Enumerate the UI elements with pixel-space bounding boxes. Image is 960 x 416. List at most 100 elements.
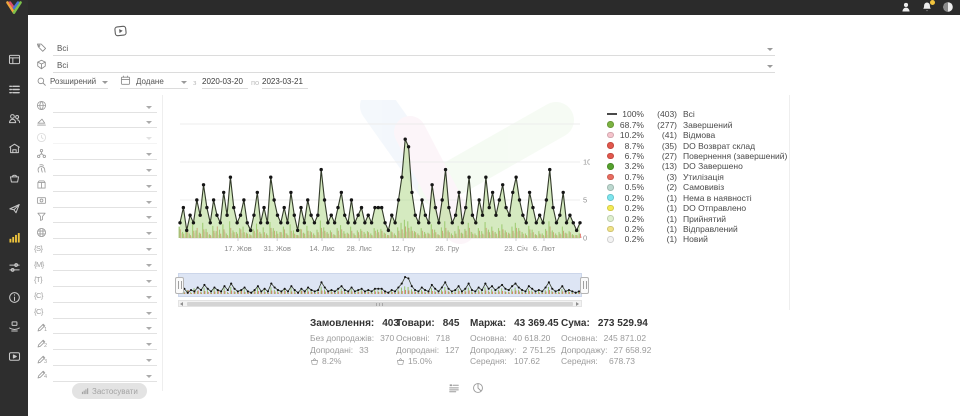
filter-icon — [36, 211, 47, 222]
legend-swatch-icon — [607, 142, 618, 149]
search-mode-select[interactable]: Розширений — [50, 77, 96, 86]
legend-count: (2) — [650, 182, 677, 192]
legend-label: Відправлений — [683, 224, 738, 234]
topbar-icons — [900, 1, 954, 13]
legend-percent: 10.2% — [618, 130, 644, 140]
global-filter-row[interactable]: Всі — [30, 40, 778, 56]
svg-text:26. Гру: 26. Гру — [435, 244, 459, 253]
filter-select-image[interactable] — [30, 195, 162, 210]
scrollbar-thumb[interactable] — [187, 302, 573, 306]
brace-icon: {C} — [34, 307, 43, 316]
sidebar-item-info-icon[interactable] — [8, 291, 21, 304]
app-logo-icon[interactable] — [5, 1, 23, 14]
user-icon[interactable] — [900, 1, 912, 13]
legend-item[interactable]: 0.2%(1)Відправлений — [607, 224, 787, 234]
legend-item[interactable]: 100%(403)Всі — [607, 109, 787, 119]
filter-select-globe[interactable] — [30, 100, 162, 115]
filter-select-pencil[interactable]: 1 — [30, 322, 162, 337]
filter-select-brace-9[interactable]: {S} — [30, 243, 162, 258]
stat-percent: 15.0% — [408, 356, 432, 368]
date-from-input[interactable]: 2020-03-20 — [202, 77, 243, 86]
sidebar-item-list-icon[interactable] — [8, 83, 21, 96]
legend-item[interactable]: 3.2%(13)DO Завершено — [607, 161, 787, 171]
sidebar-item-sliders-icon[interactable] — [8, 261, 21, 274]
svg-text:0: 0 — [583, 234, 587, 243]
fingerprint-icon — [36, 163, 47, 174]
filter-select-pencil[interactable]: 2 — [30, 338, 162, 353]
sidebar-item-users-icon[interactable] — [8, 112, 21, 125]
scroll-right-icon[interactable] — [576, 302, 579, 306]
sidebar-item-send-icon[interactable] — [8, 202, 21, 215]
filter-select-brace-13[interactable]: {C} — [30, 306, 162, 321]
legend-swatch-icon — [607, 132, 618, 139]
filter-select-clock[interactable] — [30, 132, 162, 147]
underline — [53, 159, 157, 160]
legend-count: (35) — [650, 141, 677, 151]
filter-select-filter[interactable] — [30, 211, 162, 226]
stat-sub-label: Допродані: — [396, 345, 439, 357]
legend-item[interactable]: 68.7%(277)Завершений — [607, 119, 787, 129]
brace-icon: {C} — [34, 291, 43, 300]
sidebar-item-video-icon[interactable] — [8, 350, 21, 363]
chart-legend: 100%(403)Всі68.7%(277)Завершений10.2% (41… — [607, 109, 787, 245]
legend-item[interactable]: 0.2%(1)Прийнятий — [607, 213, 787, 223]
filter-value[interactable]: Всі — [57, 44, 68, 53]
legend-count: (41) — [650, 130, 677, 140]
sidebar — [0, 0, 28, 416]
pie-view-toggle-icon[interactable] — [472, 382, 484, 394]
filter-select-brace-10[interactable]: {M} — [30, 259, 162, 274]
legend-swatch-icon — [607, 194, 618, 201]
sidebar-item-store-icon[interactable] — [8, 142, 21, 155]
legend-item[interactable]: 0.5%(2)Самовивіз — [607, 182, 787, 192]
filter-select-cube[interactable] — [30, 179, 162, 194]
filter-select-slope[interactable] — [30, 116, 162, 131]
legend-percent: 6.7% — [618, 151, 644, 161]
sidebar-item-analytics-icon[interactable] — [8, 231, 21, 244]
sidebar-item-cart-icon[interactable] — [8, 172, 21, 185]
chart-scrollbar[interactable] — [178, 300, 582, 307]
filter-select-brace-12[interactable]: {C} — [30, 290, 162, 305]
filter-select-brace-11[interactable]: {T} — [30, 274, 162, 289]
chevron-down-icon — [146, 248, 152, 251]
avatar-icon[interactable] — [942, 1, 954, 13]
filter-value[interactable]: Всі — [57, 61, 68, 70]
minimap-right-handle[interactable] — [580, 277, 589, 294]
date-to-input[interactable]: 2023-03-21 — [262, 77, 303, 86]
underline — [53, 72, 775, 73]
filter-select-pencil[interactable]: 3 — [30, 354, 162, 369]
filter-select-network[interactable] — [30, 148, 162, 163]
chevron-down-icon — [146, 280, 152, 283]
chart-minimap[interactable] — [178, 273, 582, 297]
summary-column: Маржа:43 369.45Основна:40 618.20Допродаж… — [470, 318, 540, 368]
filter-select-fingerprint[interactable] — [30, 163, 162, 178]
chevron-down-icon — [146, 106, 152, 109]
date-field-select[interactable]: Додане — [136, 77, 164, 86]
minimap-left-handle[interactable] — [175, 277, 184, 294]
legend-item[interactable]: 6.7%(27)Повернення (завершений) — [607, 151, 787, 161]
sidebar-item-dashboard-icon[interactable] — [8, 53, 21, 66]
global-filter-row[interactable]: Всі — [30, 57, 778, 73]
legend-count: (3) — [650, 172, 677, 182]
underline — [53, 175, 157, 176]
legend-item[interactable]: 0.2%(1)Нема в наявності — [607, 193, 787, 203]
chevron-down-icon — [146, 169, 152, 172]
legend-item[interactable]: 10.2%(41)Відмова — [607, 130, 787, 140]
underline — [53, 254, 157, 255]
scroll-left-icon[interactable] — [180, 302, 183, 306]
legend-swatch-icon — [607, 226, 618, 233]
video-tour-icon[interactable] — [111, 23, 129, 39]
legend-item[interactable]: 0.7%(3)Утилізація — [607, 172, 787, 182]
legend-item[interactable]: 0.2%(1)Новий — [607, 234, 787, 244]
sidebar-item-handbox-icon[interactable] — [8, 320, 21, 333]
legend-count: (1) — [650, 203, 677, 213]
stat-title: Товари: — [396, 318, 435, 329]
legend-item[interactable]: 0.2%(1)DO Отправлено — [607, 203, 787, 213]
underline — [53, 365, 157, 366]
bell-icon[interactable] — [921, 1, 933, 13]
topbar — [0, 0, 960, 15]
legend-percent: 0.2% — [618, 203, 644, 213]
legend-item[interactable]: 8.7%(35)DO Возврат склад — [607, 140, 787, 150]
list-view-toggle-icon[interactable] — [448, 382, 460, 394]
filter-select-web[interactable] — [30, 227, 162, 242]
apply-button[interactable]: Застосувати — [72, 383, 147, 399]
